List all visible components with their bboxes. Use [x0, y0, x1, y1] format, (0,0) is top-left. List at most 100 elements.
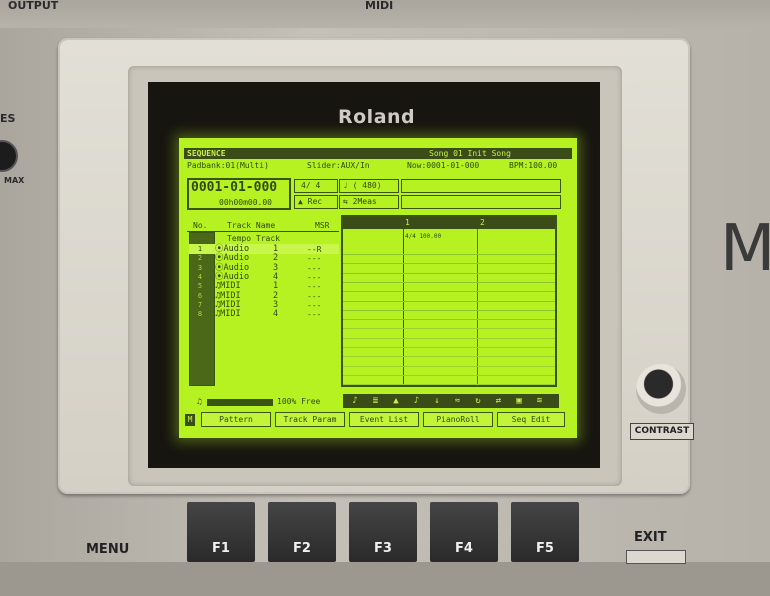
track-msr[interactable]: --- [307, 264, 321, 273]
midi-label: MIDI [365, 0, 394, 12]
tool-icon[interactable]: ≣ [368, 396, 384, 407]
track-msr[interactable]: --- [307, 301, 321, 310]
track-msr[interactable]: --R [307, 245, 321, 254]
resolution-value: ♩ ( 480) [343, 181, 382, 190]
track-number: 8 [197, 310, 203, 319]
tool-icon[interactable]: ▲ [388, 396, 404, 407]
track-index: 4 [273, 309, 279, 320]
track-msr[interactable]: --- [307, 310, 321, 319]
loop-icon: ⇆ [343, 197, 348, 206]
column-track-name: Track Name [227, 221, 276, 230]
track-number: 4 [197, 272, 203, 281]
bar-line-2 [477, 229, 478, 386]
tool-icon[interactable]: ♪ [347, 396, 363, 407]
info-field-bottom [401, 195, 561, 209]
note-icon: ♫ [197, 397, 202, 406]
f3-key[interactable]: F3 [349, 502, 417, 562]
pattern-button[interactable]: Pattern [201, 412, 271, 427]
now-status: Now:0001-01-000 [407, 161, 480, 170]
track-number: 7 [197, 300, 203, 309]
menu-label: MENU [86, 542, 130, 557]
track-number: 3 [197, 263, 203, 272]
track-msr[interactable]: --- [307, 292, 321, 301]
grid-row-line [343, 337, 555, 339]
model-logo-partial: M [720, 212, 770, 286]
grid-row-line [343, 374, 555, 376]
song-title: Song 01 Init Song [429, 149, 511, 158]
time-signature-value: 4/ 4 [301, 181, 321, 190]
left-marker: M [185, 414, 195, 426]
contrast-knob[interactable] [636, 364, 686, 414]
grid-row-line [343, 254, 555, 255]
track-row[interactable]: ♫MIDI 4 [215, 309, 278, 320]
track-index: 1 [273, 281, 279, 292]
grid-row-line [343, 319, 555, 321]
measure-marker-1: 1 [405, 218, 410, 227]
grid-row-line [343, 328, 555, 330]
bar-line-1 [403, 229, 404, 386]
f4-key[interactable]: F4 [430, 502, 498, 562]
exit-label: EXIT [634, 530, 667, 545]
track-name: MIDI [220, 309, 241, 320]
tempo-event: 4/4 100.00 [405, 233, 442, 240]
measure-ruler [343, 217, 555, 229]
track-param-button[interactable]: Track Param [275, 412, 345, 427]
tool-icon[interactable]: ▣ [511, 396, 527, 407]
measure-marker-2: 2 [480, 218, 485, 227]
memory-free-text: 100% Free [277, 397, 321, 406]
track-number: 5 [197, 282, 203, 291]
grid-row-line [343, 263, 555, 265]
max-label: MAX [4, 176, 25, 185]
event-list-button[interactable]: Event List [349, 412, 419, 427]
rec-icon: ▲ [298, 197, 303, 206]
grid-row-line [343, 272, 555, 274]
grid-row-line [343, 384, 555, 386]
lcd-header-bar [184, 148, 572, 159]
grid-row-line [343, 356, 555, 358]
grid-row-line [343, 281, 555, 283]
seq-edit-button[interactable]: Seq Edit [497, 412, 565, 427]
output-label: OUTPUT [8, 0, 59, 12]
column-no: No. [193, 221, 208, 230]
time-value: 00h00m00.00 [219, 198, 272, 207]
loop-text: 2Meas [352, 197, 377, 206]
position-value: 0001-01-000 [191, 180, 278, 195]
tool-icon[interactable]: ⇄ [491, 396, 507, 407]
contrast-label: CONTRAST [630, 423, 694, 440]
column-msr: MSR [315, 221, 330, 230]
piano-roll-button[interactable]: PianoRoll [423, 412, 493, 427]
slider-status: Slider:AUX/In [307, 161, 370, 170]
track-msr[interactable]: --- [307, 254, 321, 263]
track-index: 2 [273, 253, 279, 264]
track-number: 1 [197, 245, 203, 253]
tempo-track-label: Tempo Track [227, 234, 280, 243]
memory-bar-fill [208, 400, 272, 405]
grid-row-line [343, 365, 555, 367]
padbank-status: Padbank:01(Multi) [187, 161, 269, 170]
mode-title: SEQUENCE [187, 149, 226, 158]
track-msr[interactable]: --- [307, 282, 321, 291]
grid-row-line [343, 291, 555, 293]
track-number: 6 [197, 291, 203, 300]
grid-row-line [343, 309, 555, 311]
tool-icon[interactable]: ≋ [532, 396, 548, 407]
tool-icon[interactable]: ↓ [429, 396, 445, 407]
f2-key[interactable]: F2 [268, 502, 336, 562]
track-number: 2 [197, 254, 203, 263]
f5-key[interactable]: F5 [511, 502, 579, 562]
rec-text: Rec [307, 197, 323, 206]
lcd-screen: SEQUENCE Song 01 Init Song Padbank:01(Mu… [179, 138, 577, 438]
grid-row-line [343, 347, 555, 348]
info-field-top [401, 179, 561, 193]
tool-icon[interactable]: ≈ [450, 396, 466, 407]
loop-label: ⇆ 2Meas [343, 197, 377, 207]
bpm-status: BPM:100.00 [509, 161, 558, 170]
f1-key[interactable]: F1 [187, 502, 255, 562]
tool-icon[interactable]: ↻ [470, 396, 486, 407]
brand-logo: Roland [338, 106, 416, 128]
grid-row-line [343, 300, 555, 302]
tool-icon[interactable]: ♪ [409, 396, 425, 407]
volume-label: ES [0, 112, 16, 125]
track-msr[interactable]: --- [307, 273, 321, 282]
rec-label: ▲ Rec [298, 197, 322, 207]
